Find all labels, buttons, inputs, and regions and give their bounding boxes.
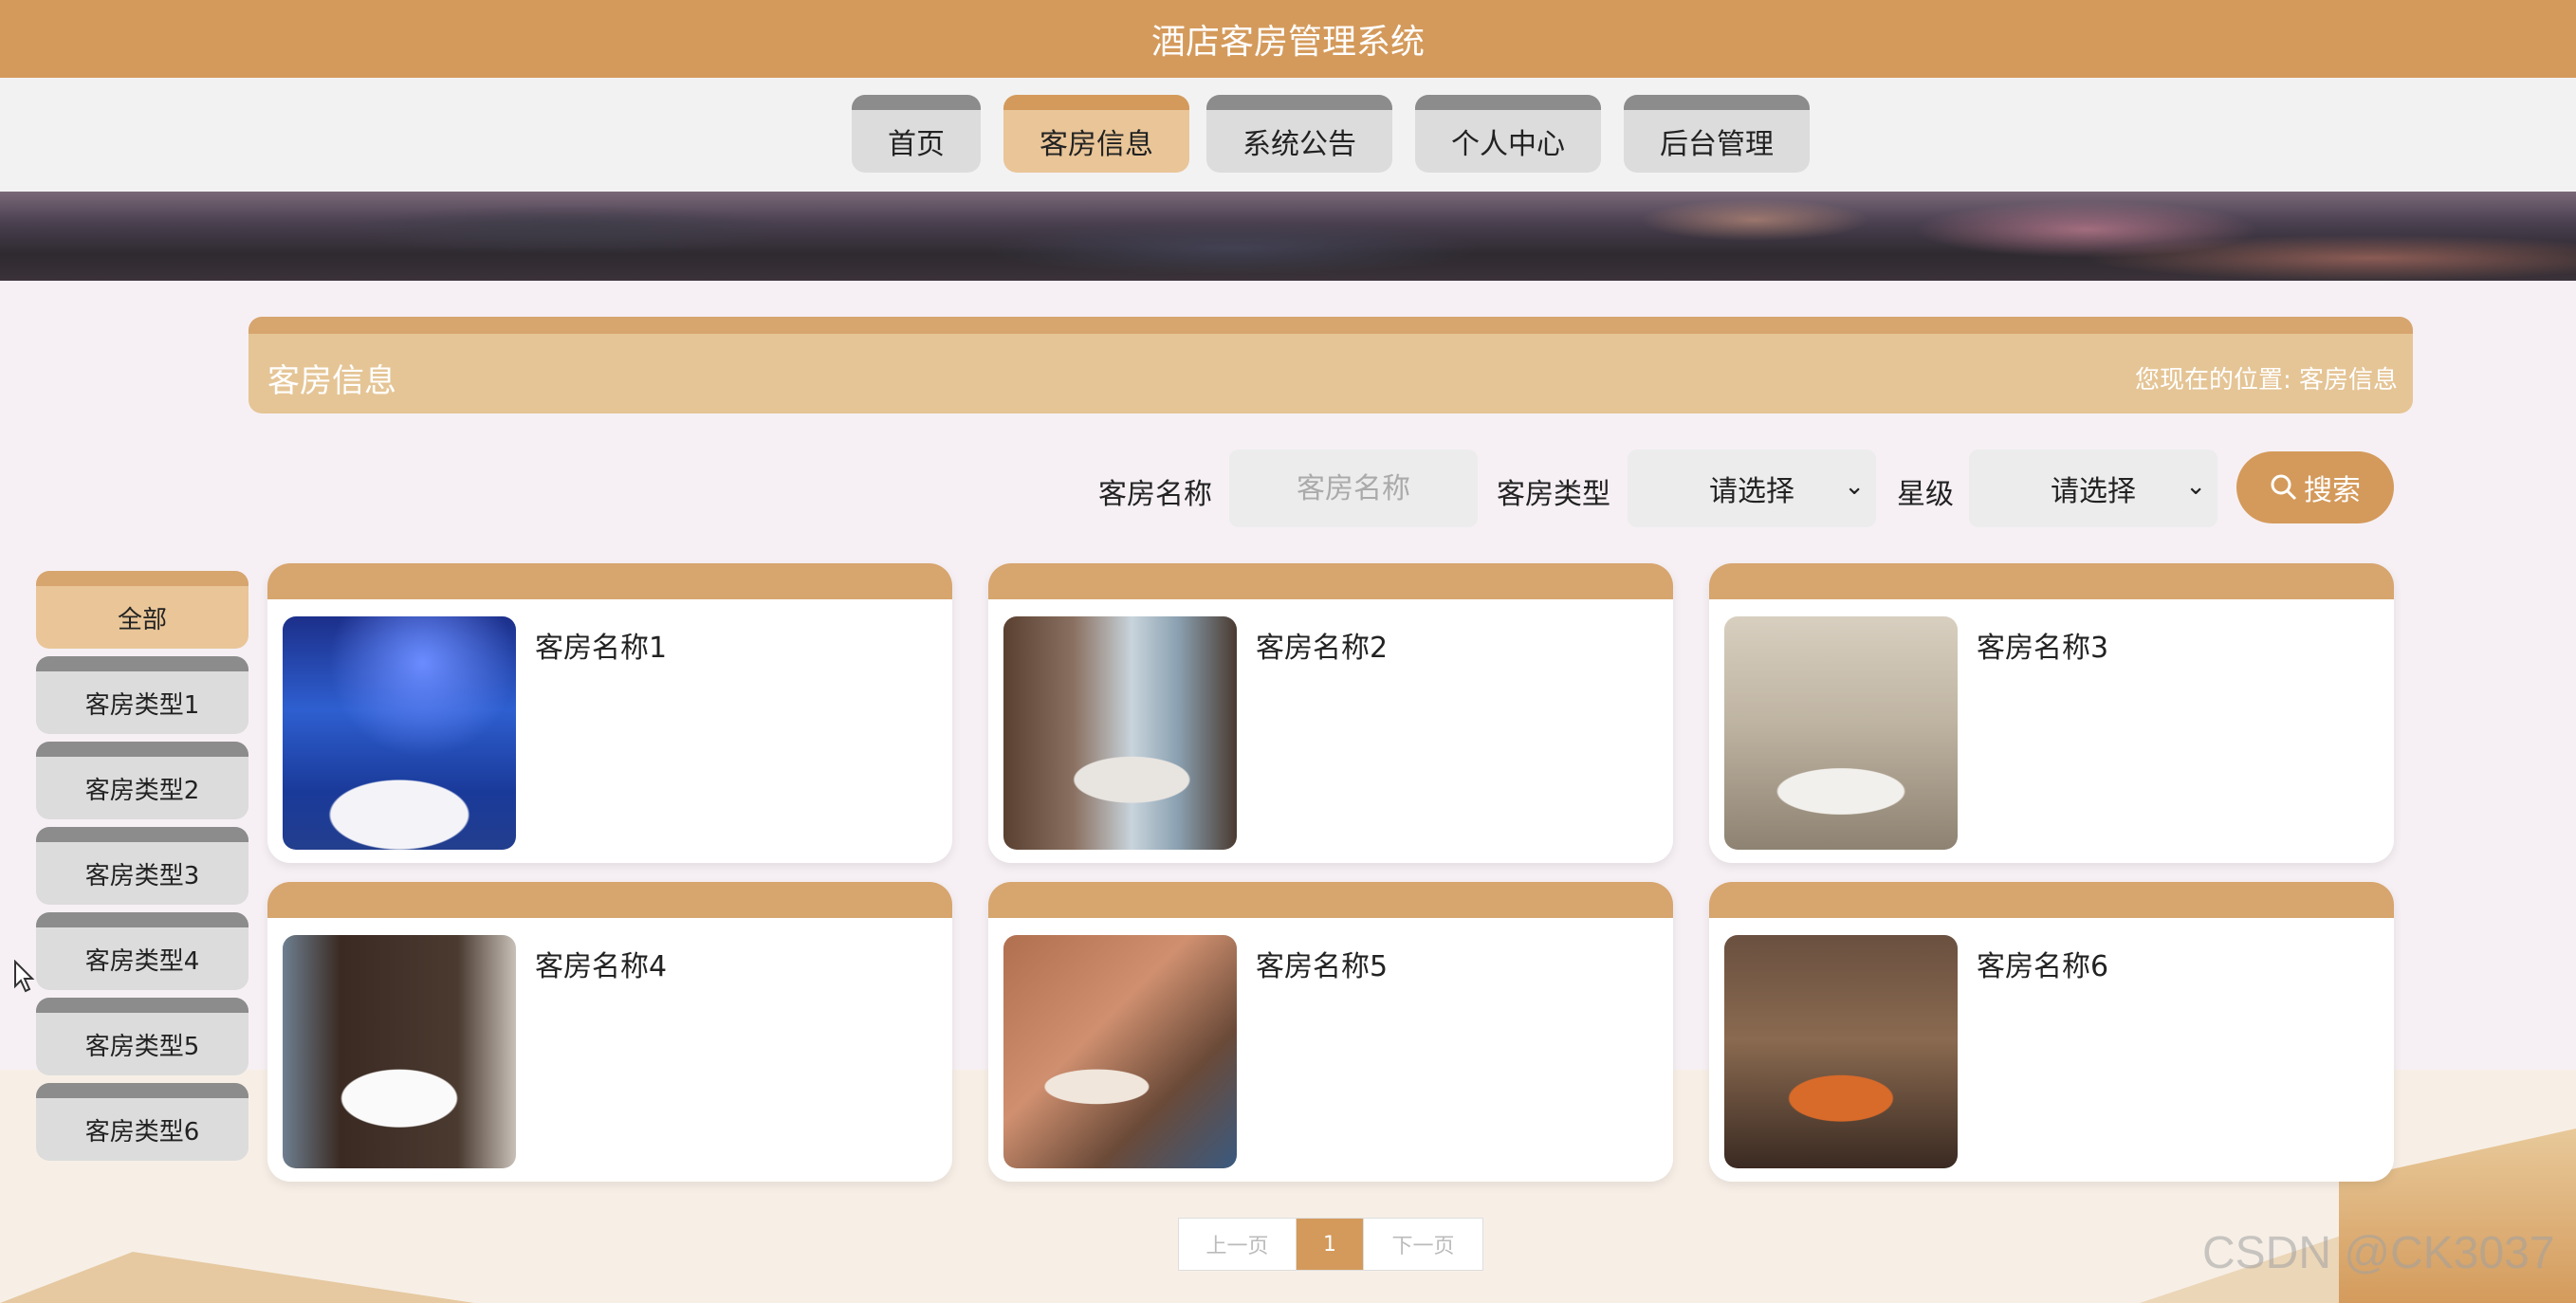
room-name-input[interactable] xyxy=(1229,450,1478,527)
room-name: 客房名称3 xyxy=(1977,632,2109,665)
nav-item-announcements[interactable]: 系统公告 xyxy=(1206,95,1392,173)
sidebar-item-all[interactable]: 全部 xyxy=(36,571,248,649)
mouse-cursor-icon xyxy=(14,960,35,993)
pagination: 上一页 1 下一页 xyxy=(1178,1218,1483,1271)
star-label: 星级 xyxy=(1897,478,1954,511)
search-button[interactable]: 搜索 xyxy=(2236,451,2394,523)
room-name: 客房名称1 xyxy=(535,632,668,665)
next-page-button[interactable]: 下一页 xyxy=(1363,1219,1482,1270)
sidebar-item-type1[interactable]: 客房类型1 xyxy=(36,656,248,734)
decorative-shape xyxy=(0,1252,474,1303)
nav-item-home[interactable]: 首页 xyxy=(852,95,981,173)
room-image xyxy=(1724,616,1958,850)
room-image xyxy=(1724,935,1958,1168)
room-card[interactable]: 客房名称5 xyxy=(988,882,1673,1182)
room-type-value: 请选择 xyxy=(1709,475,1794,508)
sidebar-item-type2[interactable]: 客房类型2 xyxy=(36,742,248,819)
top-header: 酒店客房管理系统 xyxy=(0,0,2576,78)
sidebar-item-type4[interactable]: 客房类型4 xyxy=(36,912,248,990)
room-type-label: 客房类型 xyxy=(1497,478,1610,511)
room-name-label: 客房名称 xyxy=(1098,478,1212,511)
nav-item-rooms[interactable]: 客房信息 xyxy=(1003,95,1189,173)
breadcrumb-current[interactable]: 客房信息 xyxy=(2299,366,2398,395)
room-name: 客房名称6 xyxy=(1977,950,2109,983)
site-title: 酒店客房管理系统 xyxy=(1150,23,1425,62)
nav-item-profile[interactable]: 个人中心 xyxy=(1415,95,1601,173)
sidebar-item-type3[interactable]: 客房类型3 xyxy=(36,827,248,905)
sidebar-item-type6[interactable]: 客房类型6 xyxy=(36,1083,248,1161)
chevron-down-icon: ⌄ xyxy=(2185,472,2206,501)
room-card[interactable]: 客房名称1 xyxy=(267,563,952,863)
room-image xyxy=(283,616,516,850)
search-icon xyxy=(2271,474,2297,501)
chevron-down-icon: ⌄ xyxy=(1844,472,1865,501)
section-title: 客房信息 xyxy=(267,362,396,400)
section-header: 客房信息 您现在的位置: 客房信息 xyxy=(248,317,2413,413)
room-name: 客房名称2 xyxy=(1256,632,1389,665)
watermark: CSDN @CK3037 xyxy=(2202,1228,2555,1278)
prev-page-button[interactable]: 上一页 xyxy=(1179,1219,1297,1270)
room-image xyxy=(1003,616,1237,850)
star-value: 请选择 xyxy=(2051,475,2136,508)
main-nav: 首页 客房信息 系统公告 个人中心 后台管理 xyxy=(0,78,2576,192)
nav-item-admin[interactable]: 后台管理 xyxy=(1624,95,1810,173)
sidebar-item-type5[interactable]: 客房类型5 xyxy=(36,998,248,1075)
banner-image xyxy=(0,192,2576,281)
room-image xyxy=(283,935,516,1168)
search-button-label: 搜索 xyxy=(2304,474,2361,507)
room-card[interactable]: 客房名称2 xyxy=(988,563,1673,863)
room-name: 客房名称4 xyxy=(535,950,668,983)
room-card[interactable]: 客房名称6 xyxy=(1709,882,2394,1182)
breadcrumb: 您现在的位置: 客房信息 xyxy=(2135,360,2398,395)
room-card[interactable]: 客房名称4 xyxy=(267,882,952,1182)
room-name: 客房名称5 xyxy=(1256,950,1389,983)
room-image xyxy=(1003,935,1237,1168)
star-select[interactable]: 请选择 ⌄ xyxy=(1969,450,2217,527)
room-card[interactable]: 客房名称3 xyxy=(1709,563,2394,863)
page-number-button[interactable]: 1 xyxy=(1297,1219,1363,1270)
breadcrumb-prefix: 您现在的位置: xyxy=(2134,366,2291,395)
room-type-select[interactable]: 请选择 ⌄ xyxy=(1628,450,1876,527)
